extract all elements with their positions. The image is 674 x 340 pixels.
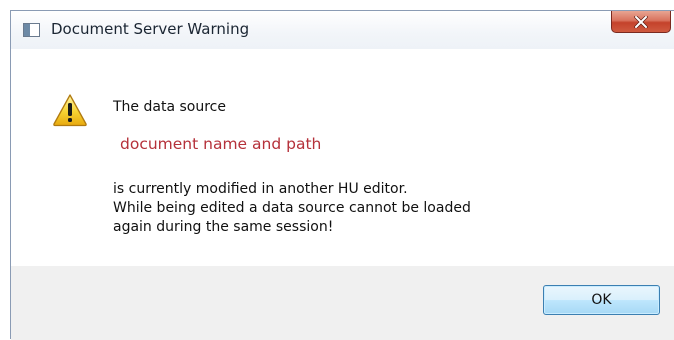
message-line: again during the same session!	[113, 219, 334, 235]
message-intro: The data source	[113, 99, 226, 115]
button-bar: OK	[11, 266, 674, 340]
warning-icon	[53, 94, 87, 127]
close-icon	[634, 15, 648, 28]
dialog-title: Document Server Warning	[51, 20, 250, 38]
message-body: is currently modified in another HU edit…	[113, 180, 471, 237]
app-window-icon	[23, 23, 40, 37]
ok-button[interactable]: OK	[543, 285, 660, 315]
message-line: While being edited a data source cannot …	[113, 200, 471, 216]
title-bar[interactable]: Document Server Warning	[11, 11, 674, 49]
message-area: The data source document name and path i…	[11, 49, 674, 266]
dialog-window: Document Server Warning The data source …	[10, 10, 674, 340]
data-source-name: document name and path	[120, 135, 322, 153]
close-button[interactable]	[611, 11, 671, 33]
message-line: is currently modified in another HU edit…	[113, 181, 408, 197]
